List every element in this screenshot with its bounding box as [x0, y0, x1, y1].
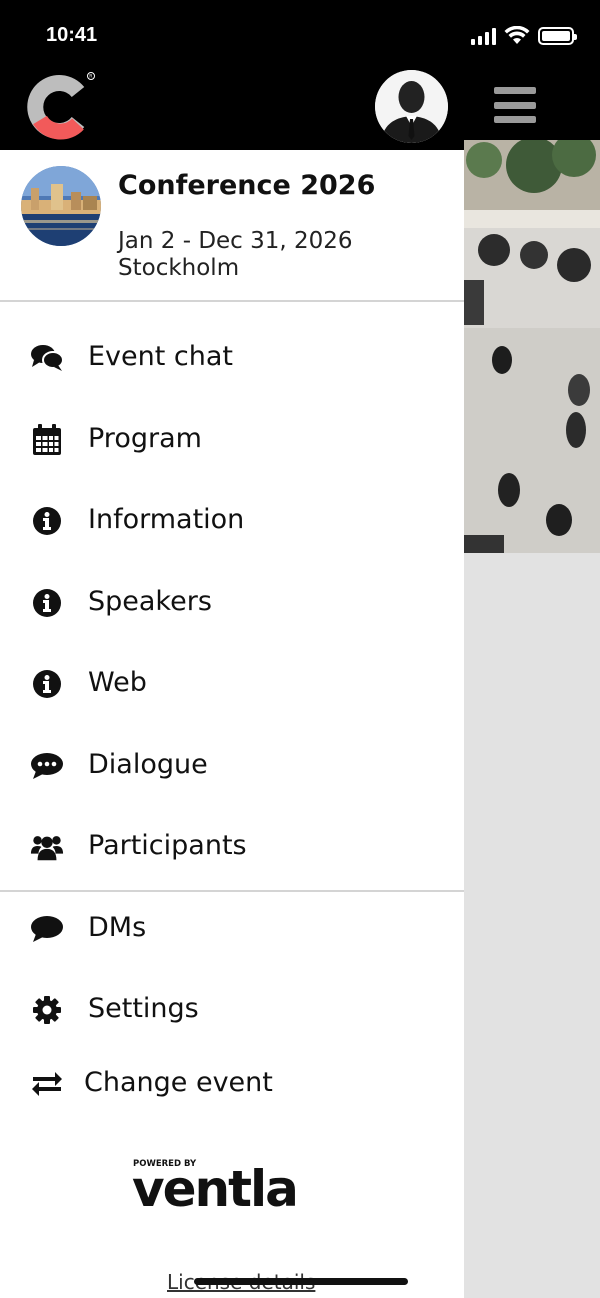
status-icons	[471, 26, 577, 45]
comment-dots-icon	[30, 750, 64, 782]
battery-icon	[538, 27, 577, 45]
menu-item-settings[interactable]: Settings	[0, 980, 464, 1040]
users-icon	[30, 831, 64, 863]
menu-item-label: Change event	[84, 1067, 273, 1098]
svg-text:ventla: ventla	[132, 1160, 297, 1213]
menu-item-event-chat[interactable]: Event chat	[0, 328, 464, 388]
menu-item-label: Settings	[88, 993, 199, 1024]
app-header: 10:41 R	[0, 0, 600, 150]
info-icon	[30, 668, 64, 700]
menu-item-speakers[interactable]: Speakers	[0, 573, 464, 633]
menu-item-label: Information	[88, 504, 245, 535]
side-drawer: Conference 2026 Jan 2 - Dec 31, 2026 Sto…	[0, 150, 464, 1298]
menu-item-change-event[interactable]: Change event	[0, 1054, 464, 1114]
menu-item-label: Program	[88, 423, 202, 454]
event-city: Stockholm	[118, 255, 240, 281]
event-title: Conference 2026	[118, 170, 376, 201]
menu-item-label: DMs	[88, 912, 147, 943]
user-avatar-icon[interactable]	[375, 70, 448, 143]
menu-item-label: Speakers	[88, 586, 212, 617]
home-indicator	[194, 1278, 408, 1285]
signal-icon	[471, 27, 496, 45]
menu-item-information[interactable]: Information	[0, 491, 464, 551]
comments-icon	[30, 342, 64, 374]
wifi-icon	[504, 26, 530, 44]
menu-item-label: Participants	[88, 830, 247, 861]
event-cover-photo	[464, 140, 600, 553]
powered-by-ventla-logo: POWERED BY ventla	[132, 1157, 332, 1218]
event-header[interactable]: Conference 2026 Jan 2 - Dec 31, 2026 Sto…	[0, 150, 464, 302]
menu-item-dialogue[interactable]: Dialogue	[0, 736, 464, 796]
menu-item-label: Event chat	[88, 341, 234, 372]
menu-item-label: Dialogue	[88, 749, 208, 780]
content-background	[464, 553, 600, 1298]
menu-item-participants[interactable]: Participants	[0, 817, 464, 877]
menu-item-program[interactable]: Program	[0, 410, 464, 470]
info-icon	[30, 587, 64, 619]
gear-icon	[30, 994, 64, 1026]
menu-item-web[interactable]: Web	[0, 654, 464, 714]
menu-item-label: Web	[88, 667, 147, 698]
status-time: 10:41	[46, 24, 98, 46]
exchange-icon	[30, 1068, 64, 1100]
app-logo-icon[interactable]: R	[26, 72, 96, 142]
menu-divider	[0, 890, 464, 892]
info-icon	[30, 505, 64, 537]
menu-item-dms[interactable]: DMs	[0, 899, 464, 959]
svg-text:R: R	[89, 74, 92, 80]
comment-icon	[30, 913, 64, 945]
event-dates: Jan 2 - Dec 31, 2026	[118, 228, 353, 254]
event-thumbnail	[21, 166, 101, 246]
calendar-icon	[30, 424, 64, 456]
hamburger-icon[interactable]	[494, 87, 536, 123]
